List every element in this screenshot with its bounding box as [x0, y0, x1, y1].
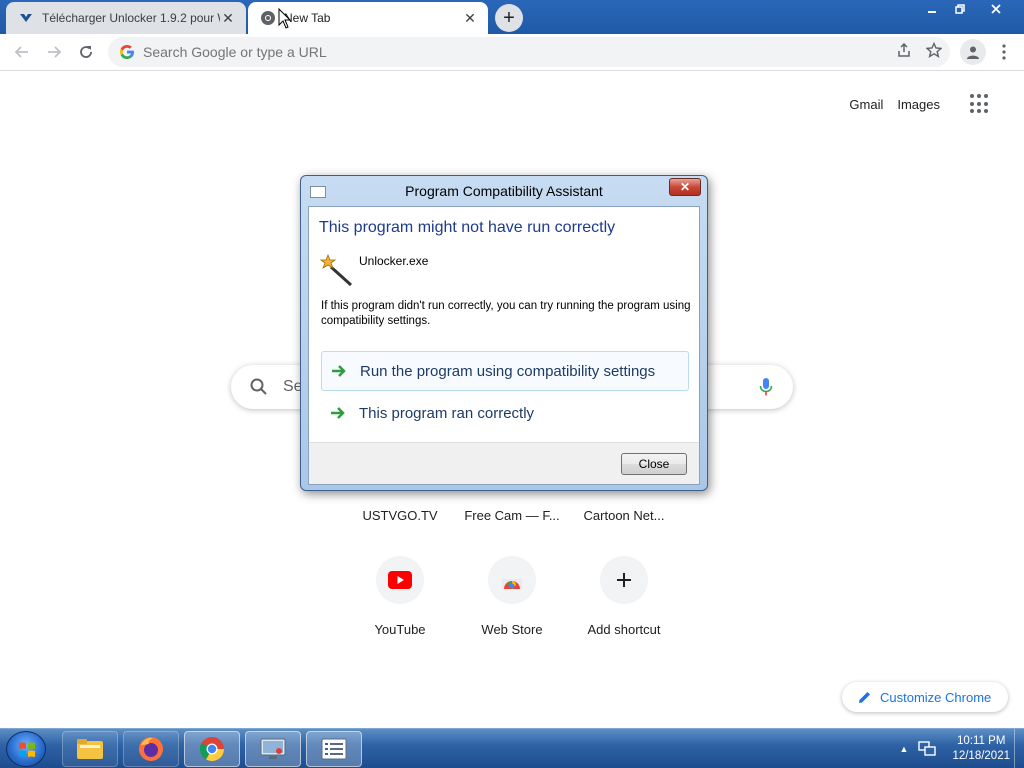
shortcut-free-cam-label[interactable]: Free Cam — F... — [456, 508, 568, 523]
tab-title: Télécharger Unlocker 1.9.2 pour Windows — [42, 11, 220, 25]
program-name: Unlocker.exe — [359, 254, 429, 268]
taskbar-task-list[interactable] — [306, 731, 362, 767]
shortcut-label: Web Store — [481, 622, 543, 637]
window-controls — [918, 0, 1018, 18]
shortcut-web-store[interactable]: Web Store — [456, 556, 568, 637]
program-ran-correctly-option[interactable]: This program ran correctly — [321, 393, 689, 433]
taskbar-firefox[interactable] — [123, 731, 179, 767]
taskbar-remote-desktop[interactable] — [245, 731, 301, 767]
plus-icon — [617, 573, 631, 587]
dialog-body: This program might not have run correctl… — [308, 206, 700, 485]
ntp-top-links: Gmail Images — [849, 94, 990, 114]
web-store-icon — [502, 579, 522, 589]
download-favicon-icon — [18, 10, 34, 26]
forward-arrow-icon — [48, 46, 62, 58]
tab-close-icon[interactable]: ✕ — [220, 10, 236, 26]
share-icon[interactable] — [896, 42, 912, 58]
tab-strip: Télécharger Unlocker 1.9.2 pour Windows … — [0, 0, 1024, 34]
mouse-cursor-icon — [278, 8, 292, 29]
restore-button[interactable] — [946, 0, 974, 18]
customize-chrome-label: Customize Chrome — [880, 689, 992, 705]
shortcut-cartoon-network-label[interactable]: Cartoon Net... — [568, 508, 680, 523]
start-button[interactable] — [6, 731, 46, 767]
reload-icon — [80, 46, 92, 58]
shortcut-youtube[interactable]: YouTube — [344, 556, 456, 637]
bookmark-star-icon[interactable] — [926, 42, 942, 58]
tab-telecharger-unlocker[interactable]: Télécharger Unlocker 1.9.2 pour Windows … — [6, 2, 246, 34]
clock-date: 12/18/2021 — [952, 750, 1010, 762]
window-close-button[interactable] — [974, 0, 1018, 18]
forward-button[interactable] — [40, 38, 68, 66]
youtube-icon — [388, 571, 412, 589]
dialog-heading: This program might not have run correctl… — [319, 219, 616, 236]
system-tray: ▲ 10:11 PM 12/18/2021 — [900, 729, 1010, 768]
back-arrow-icon — [14, 46, 28, 58]
tab-title: New Tab — [284, 11, 331, 25]
clock[interactable]: 10:11 PM 12/18/2021 — [952, 734, 1010, 764]
customize-chrome-button[interactable]: Customize Chrome — [842, 682, 1008, 712]
dialog-title-bar[interactable]: Program Compatibility Assistant ✕ — [301, 176, 707, 206]
dialog-description: If this program didn't run correctly, yo… — [321, 300, 691, 327]
shortcut-label: YouTube — [374, 622, 426, 637]
shortcut-add[interactable]: Add shortcut — [568, 556, 680, 637]
chrome-favicon-icon — [260, 10, 276, 26]
menu-kebab-icon[interactable] — [992, 38, 1016, 66]
google-g-icon — [120, 45, 134, 59]
images-link[interactable]: Images — [897, 97, 940, 112]
new-tab-button[interactable]: + — [495, 4, 523, 32]
option-label: Run the program using compatibility sett… — [360, 362, 656, 380]
voice-search-mic-icon[interactable] — [759, 377, 773, 397]
run-compatibility-settings-option[interactable]: Run the program using compatibility sett… — [321, 351, 689, 391]
pencil-icon — [859, 692, 870, 703]
reload-button[interactable] — [72, 38, 100, 66]
magic-wand-icon — [319, 253, 353, 287]
shortcut-label: Add shortcut — [587, 622, 661, 637]
green-arrow-icon — [331, 407, 345, 419]
show-hidden-icons-icon[interactable]: ▲ — [900, 744, 909, 754]
taskbar-explorer[interactable] — [62, 731, 118, 767]
chrome-icon — [199, 737, 224, 762]
gmail-link[interactable]: Gmail — [849, 97, 883, 112]
network-icon[interactable] — [918, 741, 937, 757]
windows-taskbar: ▲ 10:11 PM 12/18/2021 — [0, 728, 1024, 768]
profile-avatar-icon[interactable] — [960, 39, 986, 65]
folder-icon — [77, 739, 103, 759]
green-arrow-icon — [332, 365, 346, 377]
google-apps-icon[interactable] — [970, 94, 990, 114]
dialog-footer: Close — [309, 442, 699, 484]
monitor-icon — [260, 738, 286, 759]
show-desktop-button[interactable] — [1014, 729, 1024, 768]
shortcut-ustvgo-label[interactable]: USTVGO.TV — [344, 508, 456, 523]
search-icon — [250, 378, 267, 395]
minimize-button[interactable] — [918, 0, 946, 18]
taskbar-chrome[interactable] — [184, 731, 240, 767]
browser-toolbar — [0, 34, 1024, 71]
firefox-icon — [139, 737, 163, 761]
list-window-icon — [321, 738, 347, 760]
dialog-title: Program Compatibility Assistant — [405, 183, 603, 199]
omnibox[interactable] — [108, 37, 950, 67]
omnibox-input[interactable] — [143, 44, 743, 60]
tab-close-icon[interactable]: ✕ — [462, 10, 478, 26]
close-button[interactable]: Close — [621, 453, 687, 475]
compatibility-assistant-dialog: Program Compatibility Assistant ✕ This p… — [300, 175, 708, 491]
dialog-close-icon[interactable]: ✕ — [669, 178, 701, 196]
option-label: This program ran correctly — [359, 404, 535, 422]
clock-time: 10:11 PM — [957, 735, 1006, 747]
windows-logo-icon — [19, 742, 35, 757]
back-button[interactable] — [8, 38, 36, 66]
